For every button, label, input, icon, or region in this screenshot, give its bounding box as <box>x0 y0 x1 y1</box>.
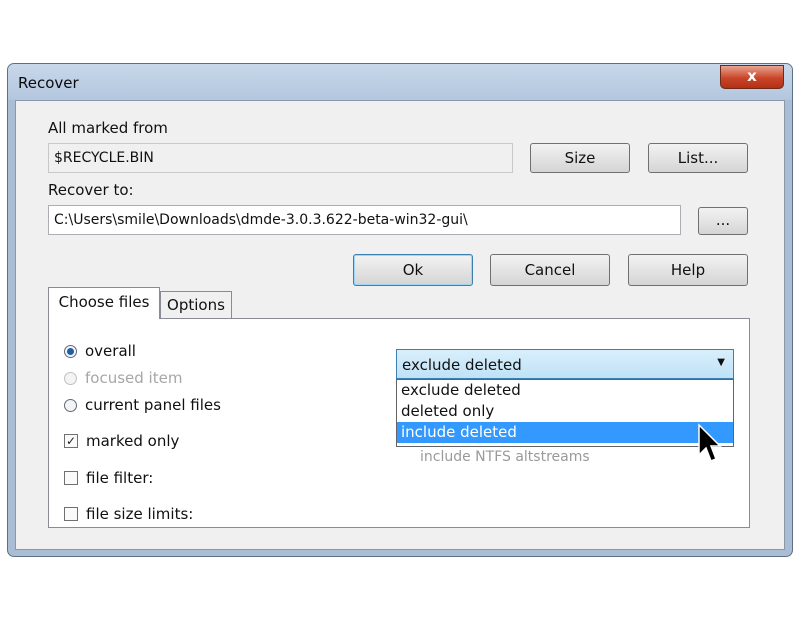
close-button[interactable]: x <box>720 65 784 89</box>
option-include-deleted[interactable]: include deleted <box>397 422 733 443</box>
size-button[interactable]: Size <box>530 143 630 173</box>
checkbox-label: file filter: <box>86 469 154 487</box>
radio-button[interactable] <box>64 344 77 358</box>
radio-label: overall <box>85 342 136 360</box>
checkbox-label: file size limits: <box>86 505 194 523</box>
close-icon: x <box>747 67 757 85</box>
checkbox-file-size-limits[interactable]: file size limits: <box>64 505 193 523</box>
recover-dialog: Recover x All marked from $RECYCLE.BIN S… <box>7 63 793 557</box>
cancel-button[interactable]: Cancel <box>490 254 610 286</box>
chevron-down-icon[interactable]: ▼ <box>717 357 725 368</box>
radio-button[interactable] <box>64 398 77 412</box>
deleted-filter-select[interactable]: exclude deleted ▼ <box>396 349 734 379</box>
deleted-filter-dropdown[interactable]: exclude deleted deleted only include del… <box>396 379 734 447</box>
browse-button[interactable]: ... <box>698 207 748 235</box>
radio-overall[interactable]: overall <box>64 342 136 360</box>
select-value: exclude deleted <box>402 356 522 374</box>
checkbox-box[interactable] <box>64 507 78 521</box>
checkbox-file-filter[interactable]: file filter: <box>64 469 153 487</box>
option-exclude-deleted[interactable]: exclude deleted <box>397 380 733 401</box>
marked-from-field: $RECYCLE.BIN <box>48 143 513 173</box>
checkbox-box[interactable] <box>64 471 78 485</box>
option-deleted-only[interactable]: deleted only <box>397 401 733 422</box>
checkmark-icon[interactable]: ✓ <box>64 434 78 448</box>
radio-label: focused item <box>85 369 183 387</box>
recover-to-label: Recover to: <box>48 181 134 199</box>
recover-to-input[interactable]: C:\Users\smile\Downloads\dmde-3.0.3.622-… <box>48 205 681 235</box>
window-title: Recover <box>18 74 79 92</box>
radio-current-panel-files[interactable]: current panel files <box>64 396 221 414</box>
radio-label: current panel files <box>85 396 221 414</box>
radio-button <box>64 371 77 385</box>
list-button[interactable]: List... <box>648 143 748 173</box>
marked-from-label: All marked from <box>48 119 168 137</box>
ntfs-altstreams-option: include NTFS altstreams <box>420 449 590 465</box>
help-button[interactable]: Help <box>628 254 748 286</box>
checkbox-marked-only[interactable]: ✓ marked only <box>64 432 179 450</box>
radio-focused-item: focused item <box>64 369 182 387</box>
ok-button[interactable]: Ok <box>353 254 473 286</box>
checkbox-label: marked only <box>86 432 180 450</box>
tab-options[interactable]: Options <box>160 291 232 319</box>
mouse-cursor-icon <box>698 423 722 462</box>
title-bar[interactable]: Recover x <box>8 64 792 100</box>
tab-choose-files[interactable]: Choose files <box>48 287 160 319</box>
